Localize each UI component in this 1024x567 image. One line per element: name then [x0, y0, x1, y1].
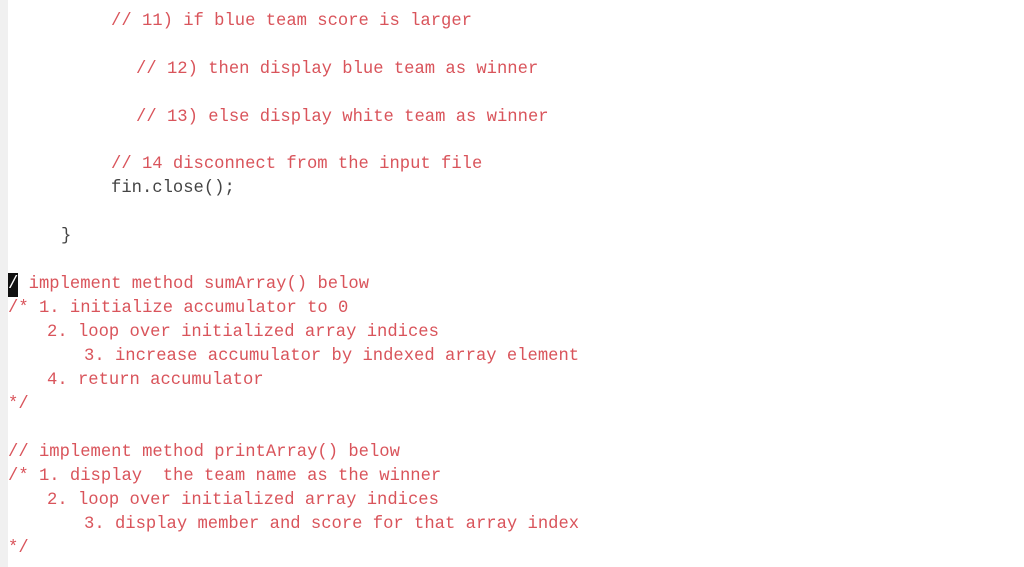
code-line-12: // 12) then display blue team as winner	[136, 60, 539, 79]
code-editor[interactable]: // 11) if blue team score is larger // 1…	[8, 0, 1024, 567]
editor-gutter	[0, 0, 8, 567]
text-cursor: /	[8, 273, 19, 297]
code-line-sum-end: */	[8, 395, 29, 414]
code-line-sum-2: 2. loop over initialized array indices	[47, 323, 439, 342]
code-line-sum-4: 4. return accumulator	[47, 371, 264, 390]
code-line-print-2: 2. loop over initialized array indices	[47, 491, 439, 510]
code-line-print-1: /* 1. display the team name as the winne…	[8, 467, 442, 486]
code-line-sum-3: 3. increase accumulator by indexed array…	[84, 347, 580, 366]
code-line-print-end: */	[8, 539, 29, 558]
code-line-13: // 13) else display white team as winner	[136, 108, 549, 127]
code-line-14: // 14 disconnect from the input file	[111, 155, 483, 174]
code-line-print-3: 3. display member and score for that arr…	[84, 515, 580, 534]
code-line-closing-brace: }	[61, 227, 72, 246]
code-line-sum-1: /* 1. initialize accumulator to 0	[8, 299, 349, 318]
code-line-printarray-header: // implement method printArray() below	[8, 443, 400, 462]
code-line-text: implement method sumArray() below	[18, 275, 370, 294]
code-line-fin-close: fin.close();	[111, 179, 235, 198]
code-line-sumarray-header: / implement method sumArray() below	[8, 273, 369, 297]
code-line-11: // 11) if blue team score is larger	[111, 12, 472, 31]
